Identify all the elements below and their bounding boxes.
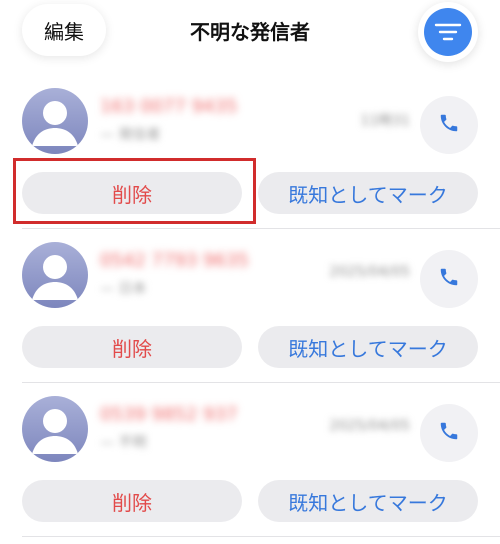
caller-number: 0539 9852 937 <box>100 404 238 425</box>
mark-as-known-button[interactable]: 既知としてマーク <box>258 326 478 368</box>
top-bar: 編集 不明な発信者 <box>0 0 500 66</box>
caller-subtitle: — 不明 <box>100 435 147 451</box>
divider <box>22 536 500 537</box>
caller-number: 0542 7793 9635 <box>100 250 249 271</box>
call-back-button[interactable] <box>420 250 478 308</box>
call-list-item: 0542 7793 9635 — 日本 2025/04/05 削除 既知としてマ… <box>0 242 500 392</box>
caller-number: 163 0077 9435 <box>100 96 238 117</box>
mark-as-known-button[interactable]: 既知としてマーク <box>258 172 478 214</box>
call-list-item: 163 0077 9435 — 発信者 11時31 削除 既知としてマーク <box>0 88 500 238</box>
filter-button[interactable] <box>418 2 478 62</box>
person-avatar-icon <box>22 88 88 154</box>
edit-button[interactable]: 編集 <box>22 4 106 56</box>
person-avatar-icon <box>22 242 88 308</box>
call-back-button[interactable] <box>420 404 478 462</box>
call-date: 2025/04/05 <box>329 418 410 434</box>
delete-button[interactable]: 削除 <box>22 172 242 214</box>
page-title: 不明な発信者 <box>190 20 310 44</box>
call-back-button[interactable] <box>420 96 478 154</box>
phone-icon <box>438 112 460 138</box>
caller-subtitle: — 日本 <box>100 281 147 297</box>
divider <box>22 382 500 383</box>
call-list-item: 0539 9852 937 — 不明 2025/04/05 削除 既知としてマー… <box>0 396 500 544</box>
divider <box>22 228 500 229</box>
call-date: 11時31 <box>360 113 410 129</box>
caller-subtitle: — 発信者 <box>100 127 161 143</box>
delete-button[interactable]: 削除 <box>22 326 242 368</box>
filter-lines-icon <box>424 8 472 56</box>
call-date: 2025/04/05 <box>329 264 410 280</box>
phone-icon <box>438 420 460 446</box>
mark-as-known-button[interactable]: 既知としてマーク <box>258 480 478 522</box>
delete-button[interactable]: 削除 <box>22 480 242 522</box>
person-avatar-icon <box>22 396 88 462</box>
phone-icon <box>438 266 460 292</box>
